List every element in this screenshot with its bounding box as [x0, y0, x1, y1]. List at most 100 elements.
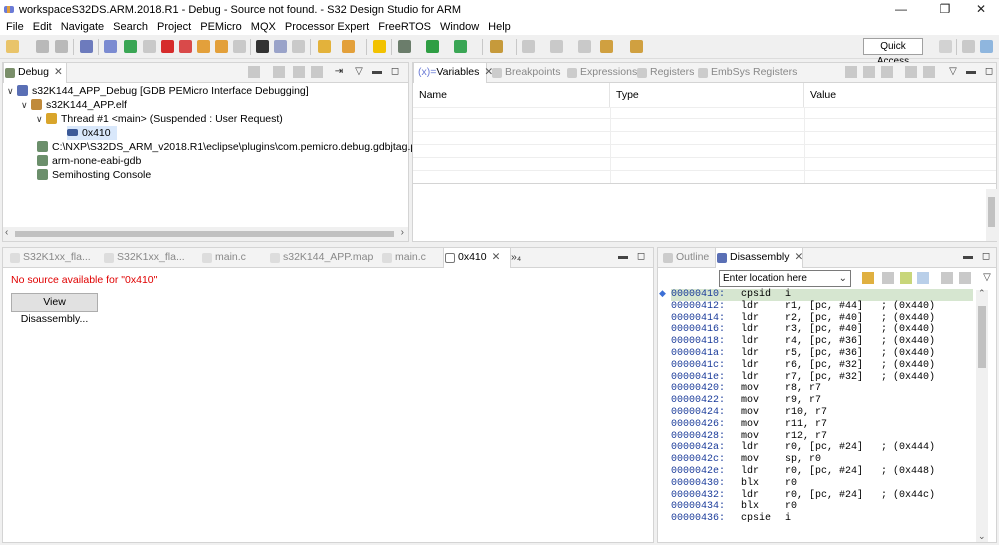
view-menu-icon[interactable]: ▽ — [947, 66, 959, 78]
horizontal-scrollbar[interactable]: ‹ › — [3, 227, 408, 241]
layout-icon[interactable] — [941, 272, 953, 284]
tree-launch[interactable]: ∨ s32K144_APP_Debug [GDB PEMicro Interfac… — [7, 84, 309, 98]
flash-icon[interactable] — [342, 40, 355, 53]
chevron-down-icon[interactable]: ∨ — [36, 112, 46, 126]
close-icon[interactable]: ✕ — [54, 66, 63, 78]
more-tabs-button[interactable]: »₄ — [511, 248, 521, 268]
tree-gdb[interactable]: arm-none-eabi-gdb — [37, 154, 141, 168]
show-source-icon[interactable] — [917, 272, 929, 284]
maximize-icon[interactable]: ◻ — [983, 66, 995, 78]
skip-breakpoints-icon[interactable] — [104, 40, 117, 53]
disassembly-line[interactable]: 00000436: cpsie i — [671, 513, 881, 525]
menu-pemicro[interactable]: MQX — [251, 21, 276, 33]
disassembly-line[interactable]: 00000434: blx r0 — [671, 501, 881, 513]
back-icon[interactable] — [600, 40, 613, 53]
previous-annotation-icon[interactable] — [550, 40, 563, 53]
menu-search[interactable]: Search — [113, 21, 148, 33]
collapse-icon[interactable] — [273, 66, 285, 78]
remove-launches-icon[interactable] — [248, 66, 260, 78]
chevron-down-icon[interactable]: ∨ — [7, 84, 17, 98]
filter-icon[interactable] — [311, 66, 323, 78]
instruction-stepping-icon[interactable] — [256, 40, 269, 53]
location-input[interactable]: Enter location here ⌄ — [719, 270, 851, 287]
minimize-icon[interactable]: ▬ — [962, 251, 974, 263]
menu-window[interactable]: Help — [488, 21, 511, 33]
refresh-icon[interactable] — [882, 272, 894, 284]
pin-icon[interactable] — [923, 66, 935, 78]
lightning-icon[interactable] — [373, 40, 386, 53]
edit-icon[interactable] — [490, 40, 503, 53]
tab-registers[interactable]: Registers — [636, 63, 694, 83]
disassembly-line[interactable]: 00000432: ldr r0, [pc, #24] ; (0x44c) — [671, 490, 935, 502]
tab-map-file[interactable]: s32K144_APP.map — [269, 248, 373, 268]
collapse-all-icon[interactable] — [881, 66, 893, 78]
view-menu-icon[interactable]: ▽ — [981, 272, 993, 284]
next-annotation-icon[interactable] — [522, 40, 535, 53]
chevron-down-icon[interactable]: ∨ — [21, 98, 31, 112]
vertical-scrollbar[interactable] — [986, 189, 997, 241]
view-menu-icon[interactable]: ▽ — [353, 66, 365, 78]
disassembly-line[interactable]: 00000414: ldr r2, [pc, #40] ; (0x440) — [671, 313, 935, 325]
menu-mqx[interactable]: Processor Expert — [285, 21, 369, 33]
disassembly-line[interactable]: 0000042c: mov sp, r0 — [671, 454, 881, 466]
tree-gdbserver[interactable]: C:\NXP\S32DS_ARM_v2018.R1\eclipse\plugin… — [37, 140, 457, 154]
menu-file[interactable]: File — [6, 21, 24, 33]
disassembly-line[interactable]: 00000418: ldr r4, [pc, #36] ; (0x440) — [671, 336, 935, 348]
minimize-button[interactable]: — — [886, 0, 916, 19]
minimize-icon[interactable]: ▬ — [371, 66, 383, 78]
tree-elf[interactable]: ∨ s32K144_APP.elf — [21, 98, 127, 112]
layout-icon[interactable] — [905, 66, 917, 78]
vertical-scrollbar[interactable]: ⌃ ⌄ — [976, 288, 988, 542]
disassembly-line[interactable]: 00000416: ldr r3, [pc, #40] ; (0x440) — [671, 324, 935, 336]
chevron-right-icon[interactable]: › — [401, 227, 404, 238]
maximize-icon[interactable]: ◻ — [635, 251, 647, 263]
build-icon[interactable] — [80, 40, 93, 53]
step-into-icon[interactable] — [197, 40, 210, 53]
scroll-thumb[interactable] — [988, 197, 995, 227]
maximize-icon[interactable]: ◻ — [980, 251, 992, 263]
run-icon[interactable] — [426, 40, 439, 53]
quick-access-input[interactable]: Quick Access — [863, 38, 923, 67]
disconnect-icon[interactable] — [179, 40, 192, 53]
save-all-icon[interactable] — [55, 40, 68, 53]
link-icon[interactable] — [293, 66, 305, 78]
menu-edit[interactable]: Edit — [33, 21, 52, 33]
home-icon[interactable] — [862, 272, 874, 284]
tab-flash-1[interactable]: S32K1xx_fla... — [9, 248, 91, 268]
scroll-thumb[interactable] — [15, 231, 394, 237]
forward-icon[interactable] — [630, 40, 643, 53]
disassembly-line[interactable]: 00000424: mov r10, r7 — [671, 407, 881, 419]
chevron-up-icon[interactable]: ⌃ — [978, 288, 986, 299]
disassembly-line[interactable]: 0000041a: ldr r5, [pc, #36] ; (0x440) — [671, 348, 935, 360]
chevron-left-icon[interactable]: ‹ — [5, 227, 8, 238]
minimize-icon[interactable]: ▬ — [617, 251, 629, 263]
disassembly-line[interactable]: 0000041e: ldr r7, [pc, #32] ; (0x440) — [671, 372, 935, 384]
tab-flash-2[interactable]: S32K1xx_fla... — [103, 248, 185, 268]
column-name[interactable]: Name — [413, 83, 610, 107]
show-type-names-icon[interactable] — [845, 66, 857, 78]
tree-frame[interactable]: 0x410 — [67, 126, 117, 140]
link-with-context-icon[interactable] — [900, 272, 912, 284]
close-icon[interactable]: ✕ — [795, 251, 804, 263]
restore-button[interactable]: ❐ — [930, 0, 960, 19]
resume-icon[interactable] — [124, 40, 137, 53]
maximize-icon[interactable]: ◻ — [389, 66, 401, 78]
step-return-icon[interactable] — [233, 40, 246, 53]
minimize-icon[interactable]: ▬ — [965, 66, 977, 78]
disassembly-line[interactable]: 00000422: mov r9, r7 — [671, 395, 881, 407]
disassembly-line[interactable]: 00000430: blx r0 — [671, 478, 881, 490]
external-tools-icon[interactable] — [454, 40, 467, 53]
disassembly-line[interactable]: 00000428: mov r12, r7 — [671, 431, 881, 443]
open-perspective-icon[interactable] — [939, 40, 952, 53]
disassembly-line[interactable]: 00000420: mov r8, r7 — [671, 383, 881, 395]
menu-navigate[interactable]: Navigate — [61, 21, 104, 33]
select-all-icon[interactable] — [863, 66, 875, 78]
use-step-filters-icon[interactable] — [274, 40, 287, 53]
scroll-thumb[interactable] — [978, 306, 986, 368]
tree-thread[interactable]: ∨ Thread #1 <main> (Suspended : User Requ… — [36, 112, 283, 126]
pemicro-icon[interactable] — [318, 40, 331, 53]
tab-main-c-1[interactable]: main.c — [201, 248, 246, 268]
chevron-down-icon[interactable]: ⌄ — [978, 531, 986, 542]
tab-expressions[interactable]: Expressions — [566, 63, 637, 83]
disassembly-line[interactable]: 0000042e: ldr r0, [pc, #24] ; (0x448) — [671, 466, 935, 478]
